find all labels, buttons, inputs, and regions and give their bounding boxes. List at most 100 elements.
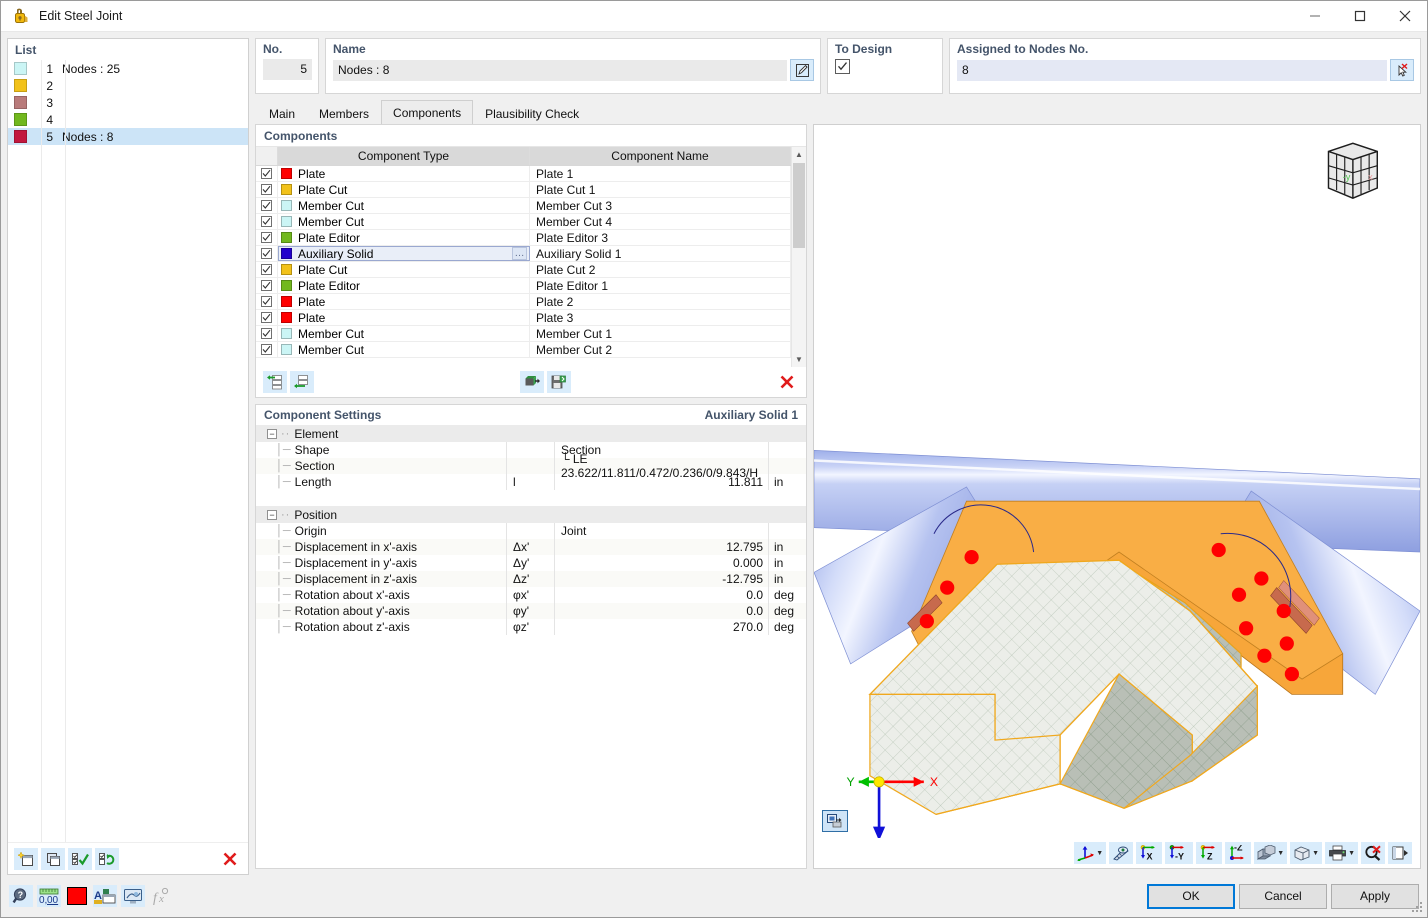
row-checkbox[interactable] — [256, 342, 278, 357]
component-type-cell[interactable]: Plate Editor — [278, 230, 530, 245]
invert-selection-button[interactable] — [95, 847, 119, 870]
minimize-button[interactable] — [1292, 1, 1337, 32]
select-all-button[interactable] — [68, 847, 92, 870]
chevron-down-icon[interactable]: ▼ — [1277, 850, 1284, 857]
settings-property-row[interactable]: │─ Displacement in y'-axis Δy' 0.000 in — [256, 555, 806, 571]
steel-joint-3d-model[interactable]: -y x X Y — [814, 125, 1420, 853]
component-name-cell[interactable]: Plate Editor 3 — [530, 230, 791, 245]
delete-component-button[interactable] — [775, 371, 799, 393]
component-name-cell[interactable]: Plate 3 — [530, 310, 791, 325]
settings-property-row[interactable]: │─ Length l 11.811 in — [256, 474, 806, 490]
component-name-cell[interactable]: Member Cut 3 — [530, 198, 791, 213]
component-type-cell[interactable]: Member Cut — [278, 214, 530, 229]
question-magnifier-icon[interactable]: ? — [9, 885, 33, 907]
table-row[interactable]: Plate Editor Plate Editor 3 — [256, 230, 791, 246]
pick-cursor-icon[interactable] — [1390, 59, 1414, 81]
to-design-checkbox[interactable] — [835, 59, 850, 74]
row-checkbox[interactable] — [256, 214, 278, 229]
table-row[interactable]: Member Cut Member Cut 4 — [256, 214, 791, 230]
axes-icon[interactable]: ▼ — [1074, 842, 1107, 864]
resize-grip[interactable] — [1412, 902, 1424, 914]
settings-property-row[interactable]: │─ Origin Joint — [256, 523, 806, 539]
property-value[interactable]: └ LE 23.622/11.811/0.472/0.236/0/9.843/H — [554, 452, 768, 480]
delete-joint-button[interactable] — [218, 848, 242, 870]
table-row[interactable]: Member Cut Member Cut 3 — [256, 198, 791, 214]
view-minus-z-icon[interactable]: -Z — [1225, 842, 1252, 864]
component-name-cell[interactable]: Member Cut 4 — [530, 214, 791, 229]
chevron-down-icon[interactable]: ▼ — [1096, 850, 1103, 857]
row-checkbox[interactable] — [256, 246, 278, 261]
display-props-icon[interactable]: A — [93, 885, 117, 907]
component-name-cell[interactable]: Plate 2 — [530, 294, 791, 309]
table-row[interactable]: Plate Editor Plate Editor 1 — [256, 278, 791, 294]
table-row[interactable]: Plate Cut Plate Cut 1 — [256, 182, 791, 198]
row-checkbox[interactable] — [256, 182, 278, 197]
view-x-icon[interactable]: X — [1136, 842, 1163, 864]
property-value[interactable]: 12.795 — [554, 539, 768, 555]
magnifier-x-icon[interactable] — [1361, 842, 1385, 864]
scroll-up-icon[interactable]: ▲ — [792, 147, 806, 162]
import-box-icon[interactable] — [520, 371, 544, 393]
row-checkbox[interactable] — [256, 310, 278, 325]
table-row[interactable]: Plate Plate 2 — [256, 294, 791, 310]
tab-plausibility-check[interactable]: Plausibility Check — [473, 102, 591, 124]
row-checkbox[interactable] — [256, 230, 278, 245]
assigned-nodes-input[interactable]: 8 — [957, 59, 1387, 81]
row-checkbox[interactable] — [256, 326, 278, 341]
maximize-button[interactable] — [1337, 1, 1382, 32]
settings-property-row[interactable]: │─ Displacement in x'-axis Δx' 12.795 in — [256, 539, 806, 555]
component-type-cell[interactable]: Member Cut — [278, 342, 530, 357]
table-row[interactable]: Plate Cut Plate Cut 2 — [256, 262, 791, 278]
apply-button[interactable]: Apply — [1331, 883, 1419, 909]
view-minus-y-icon[interactable]: -Y — [1165, 842, 1194, 864]
settings-section-header[interactable]: − ·· Element — [256, 425, 806, 442]
component-name-cell[interactable]: Member Cut 1 — [530, 326, 791, 341]
table-row[interactable]: Plate Plate 1 — [256, 166, 791, 182]
list-item-selected[interactable]: 5 Nodes : 8 — [8, 128, 248, 145]
property-value[interactable]: 0.000 — [554, 555, 768, 571]
col-component-type[interactable]: Component Type — [278, 147, 530, 165]
copy-joint-button[interactable] — [41, 847, 65, 870]
tab-components[interactable]: Components — [381, 100, 474, 124]
model-viewport[interactable]: -y x X Y ▼ X -Y Z -Z ▼ ▼ ▼ — [813, 124, 1421, 869]
component-type-cell[interactable]: Plate — [278, 166, 530, 181]
component-name-cell[interactable]: Plate 1 — [530, 166, 791, 181]
list-item[interactable]: 2 — [8, 77, 248, 94]
wireframe-cube-icon[interactable]: ▼ — [1290, 842, 1323, 864]
chevron-down-icon[interactable]: ▼ — [1312, 850, 1319, 857]
list-item[interactable]: 3 — [8, 94, 248, 111]
component-type-ellipsis-button[interactable]: … — [512, 247, 527, 260]
ok-button[interactable]: OK — [1147, 883, 1235, 909]
property-value[interactable]: -12.795 — [554, 571, 768, 587]
new-joint-button[interactable] — [14, 847, 38, 870]
property-value[interactable]: 270.0 — [554, 619, 768, 635]
cancel-button[interactable]: Cancel — [1239, 883, 1327, 909]
component-name-cell[interactable]: Auxiliary Solid 1 — [530, 246, 791, 261]
property-value[interactable]: Joint — [554, 523, 768, 539]
edit-pencil-icon[interactable] — [790, 59, 814, 81]
tab-members[interactable]: Members — [307, 102, 381, 124]
row-checkbox[interactable] — [256, 198, 278, 213]
component-type-cell[interactable]: Auxiliary Solid… — [278, 246, 530, 261]
ruler-eye-icon[interactable] — [1109, 842, 1134, 864]
table-row[interactable]: Member Cut Member Cut 2 — [256, 342, 791, 358]
collapse-icon[interactable]: − — [267, 509, 277, 520]
component-type-cell[interactable]: Plate Editor — [278, 278, 530, 293]
settings-section-header[interactable]: − ·· Position — [256, 506, 806, 523]
col-component-name[interactable]: Component Name — [530, 147, 791, 165]
view-z-icon[interactable]: Z — [1196, 842, 1223, 864]
panel-expand-icon[interactable] — [1388, 842, 1412, 864]
move-up-list-icon[interactable] — [263, 371, 287, 393]
row-checkbox[interactable] — [256, 294, 278, 309]
component-type-cell[interactable]: Plate — [278, 294, 530, 309]
list-item[interactable]: 4 — [8, 111, 248, 128]
scroll-down-icon[interactable]: ▼ — [792, 352, 806, 367]
row-checkbox[interactable] — [256, 278, 278, 293]
units-ruler-icon[interactable]: 0, 00 — [37, 885, 61, 907]
property-value[interactable]: 11.811 — [554, 474, 768, 490]
components-scrollbar[interactable]: ▲ ▼ — [791, 147, 806, 367]
table-row[interactable]: Member Cut Member Cut 1 — [256, 326, 791, 342]
save-box-icon[interactable] — [547, 371, 571, 393]
settings-property-row[interactable]: │─ Rotation about z'-axis φz' 270.0 deg — [256, 619, 806, 635]
joint-no-input[interactable]: 5 — [263, 59, 312, 80]
